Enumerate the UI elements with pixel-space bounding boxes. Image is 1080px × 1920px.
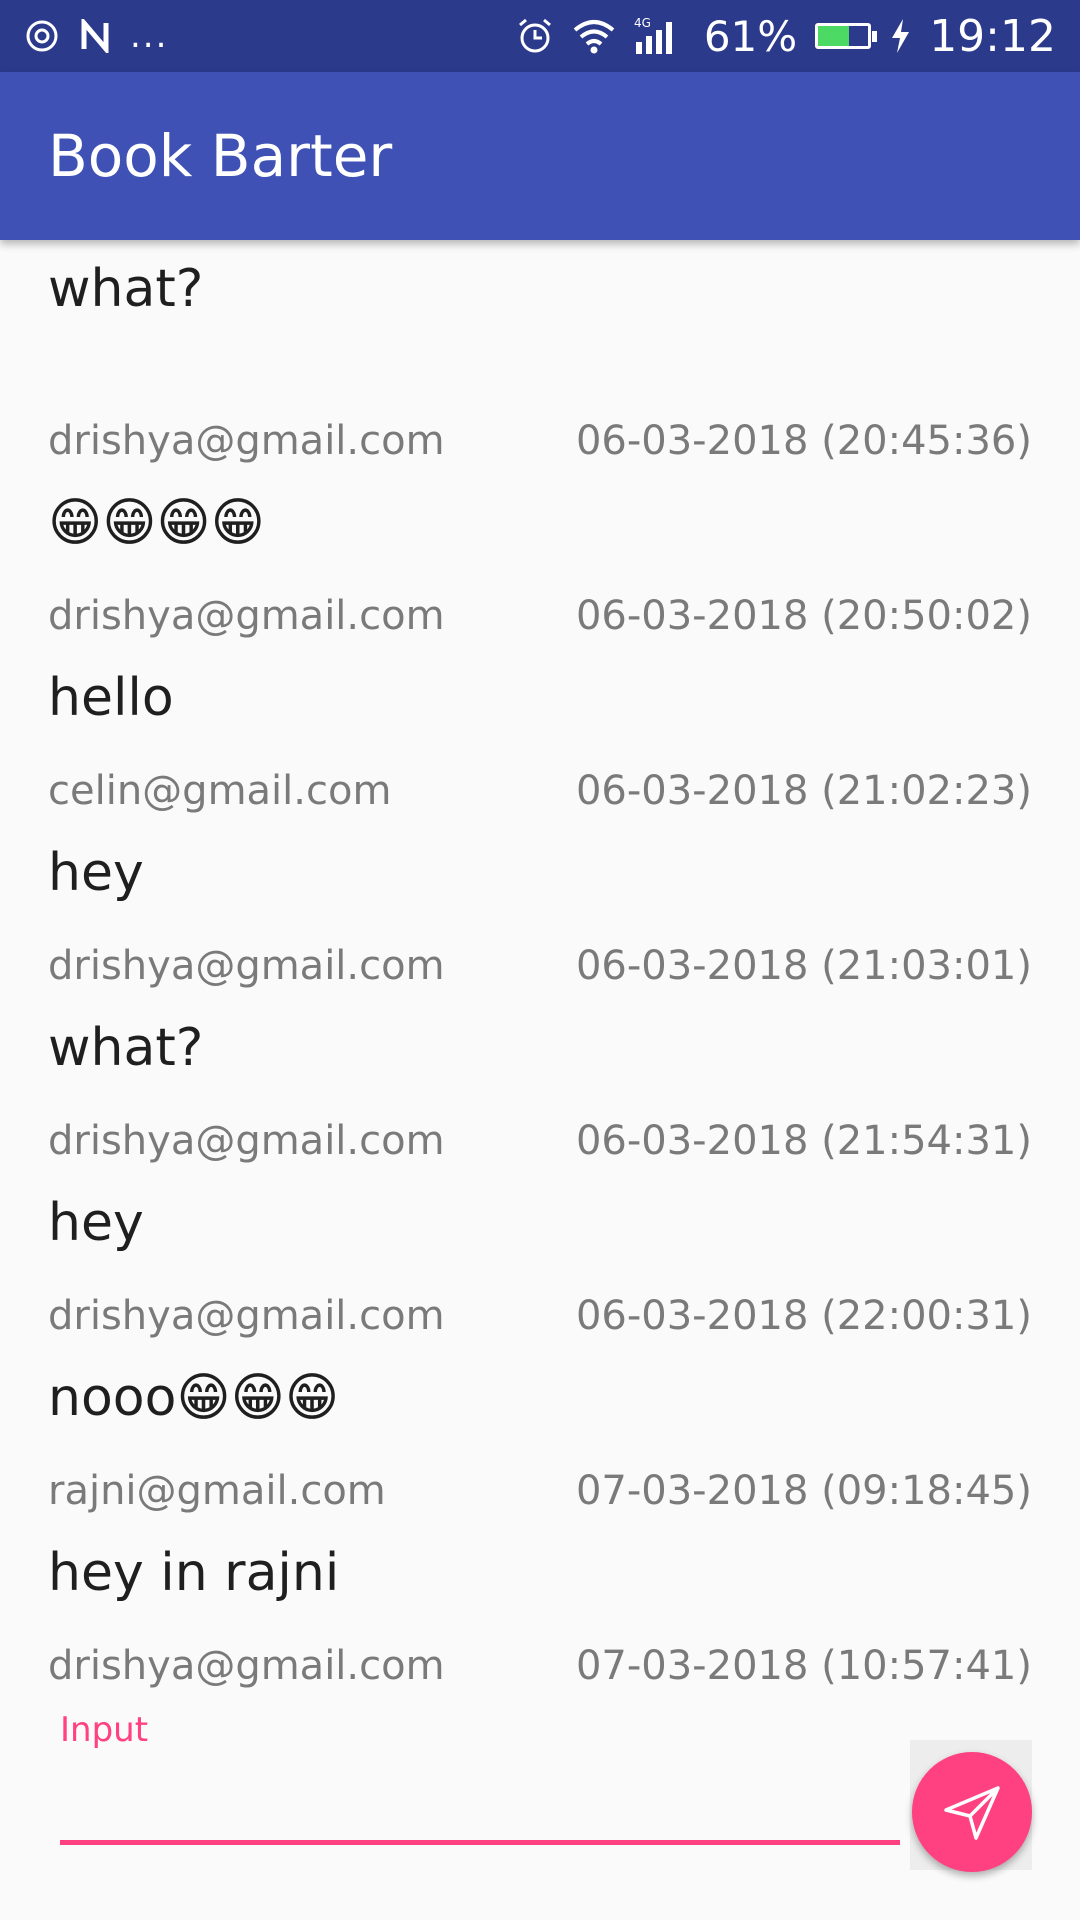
charging-icon — [889, 17, 911, 55]
message-item: drishya@gmail.com 06-03-2018 (21:03:01) … — [48, 943, 1032, 1083]
message-input[interactable] — [60, 1760, 900, 1845]
message-meta: drishya@gmail.com 06-03-2018 (21:54:31) — [48, 1118, 1032, 1174]
message-timestamp: 06-03-2018 (22:00:31) — [575, 1293, 1032, 1339]
message-text: what? — [48, 1018, 204, 1078]
message-meta: drishya@gmail.com 06-03-2018 (22:00:31) — [48, 1293, 1032, 1349]
battery-icon — [815, 23, 878, 49]
message-meta: rajni@gmail.com 07-03-2018 (09:18:45) — [48, 1468, 1032, 1524]
send-button[interactable] — [912, 1752, 1032, 1872]
battery-percent: 61% — [703, 11, 798, 61]
message-sender: drishya@gmail.com — [48, 1643, 445, 1689]
message-meta: drishya@gmail.com 06-03-2018 (20:45:36) — [48, 418, 1032, 474]
message-timestamp: 06-03-2018 (20:50:02) — [575, 593, 1032, 639]
message-text: hey — [48, 843, 144, 903]
message-item: what? — [48, 240, 1032, 324]
message-item: drishya@gmail.com 06-03-2018 (21:54:31) … — [48, 1118, 1032, 1258]
message-timestamp: 06-03-2018 (20:45:36) — [575, 418, 1032, 464]
message-sender: celin@gmail.com — [48, 768, 392, 814]
more-icon: ... — [130, 16, 169, 56]
message-item: drishya@gmail.com 06-03-2018 (20:45:36) … — [48, 418, 1032, 558]
status-right: 4G 61% 19:12 — [516, 11, 1056, 62]
message-timestamp: 07-03-2018 (10:57:41) — [575, 1643, 1032, 1689]
message-text: hey in rajni — [48, 1543, 340, 1603]
message-meta: drishya@gmail.com 06-03-2018 (21:03:01) — [48, 943, 1032, 999]
message-timestamp: 06-03-2018 (21:54:31) — [575, 1118, 1032, 1164]
message-sender: drishya@gmail.com — [48, 1118, 445, 1164]
message-sender: drishya@gmail.com — [48, 593, 445, 639]
wifi-icon — [572, 18, 616, 54]
message-meta: celin@gmail.com 06-03-2018 (21:02:23) — [48, 768, 1032, 824]
message-sender: drishya@gmail.com — [48, 418, 445, 464]
message-sender: rajni@gmail.com — [48, 1468, 386, 1514]
message-sender: drishya@gmail.com — [48, 1293, 445, 1339]
status-left: ... — [24, 16, 168, 56]
app-bar: Book Barter — [0, 72, 1080, 240]
message-text: hey — [48, 1193, 144, 1253]
network-type-label: 4G — [634, 16, 651, 30]
send-icon — [940, 1780, 1004, 1844]
message-meta: drishya@gmail.com 06-03-2018 (20:50:02) — [48, 593, 1032, 649]
message-timestamp: 06-03-2018 (21:03:01) — [575, 943, 1032, 989]
nfc-icon — [78, 19, 112, 53]
alarm-icon — [516, 17, 554, 55]
input-label: Input — [60, 1710, 149, 1750]
message-text: hello — [48, 668, 174, 728]
message-timestamp: 07-03-2018 (09:18:45) — [575, 1468, 1032, 1514]
sync-icon — [24, 18, 60, 54]
message-text: nooo😁😁😁 — [48, 1368, 340, 1428]
message-item: celin@gmail.com 06-03-2018 (21:02:23) he… — [48, 768, 1032, 908]
message-item: drishya@gmail.com 06-03-2018 (22:00:31) … — [48, 1293, 1032, 1433]
message-sender: drishya@gmail.com — [48, 943, 445, 989]
message-meta: drishya@gmail.com 07-03-2018 (10:57:41) — [48, 1643, 1032, 1699]
status-bar: ... 4G 61% 19:12 — [0, 0, 1080, 72]
message-item: drishya@gmail.com 06-03-2018 (20:50:02) … — [48, 593, 1032, 733]
message-list[interactable]: what? drishya@gmail.com 06-03-2018 (20:4… — [0, 240, 1080, 1710]
message-text: 😁😁😁😁 — [48, 493, 265, 553]
battery-level — [818, 26, 849, 46]
message-item: rajni@gmail.com 07-03-2018 (09:18:45) he… — [48, 1468, 1032, 1608]
signal-icon: 4G — [634, 16, 686, 56]
message-item: drishya@gmail.com 07-03-2018 (10:57:41) — [48, 1643, 1032, 1699]
message-timestamp: 06-03-2018 (21:02:23) — [575, 768, 1032, 814]
clock: 19:12 — [929, 10, 1056, 62]
app-title: Book Barter — [48, 122, 393, 190]
message-text: what? — [48, 259, 204, 319]
